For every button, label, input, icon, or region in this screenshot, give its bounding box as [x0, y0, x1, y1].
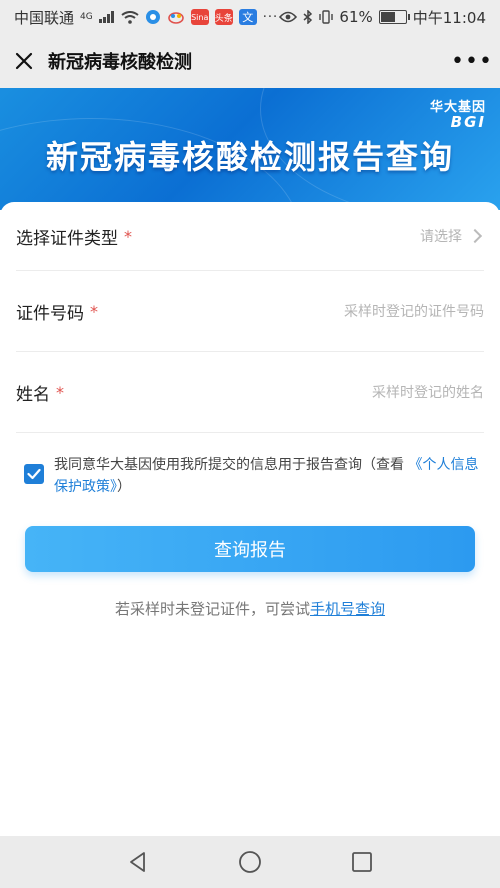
- more-icon: •••: [451, 48, 493, 74]
- bluetooth-icon: [303, 10, 313, 24]
- eye-icon: [279, 11, 298, 23]
- close-icon: [15, 52, 33, 70]
- browser-app-icon: [145, 9, 161, 25]
- brand-logo: 华大基因 BGI: [430, 96, 486, 131]
- id-number-label: 证件号码: [16, 303, 84, 324]
- back-triangle-icon: [130, 852, 145, 872]
- network-type: 4G: [80, 11, 93, 22]
- id-number-row: 证件号码 * 采样时登记的证件号码: [16, 271, 484, 352]
- app-badge-toutiao: 头条: [214, 9, 233, 25]
- battery-percent: 61%: [339, 8, 373, 26]
- id-number-input[interactable]: 采样时登记的证件号码: [344, 301, 484, 321]
- close-button[interactable]: [0, 34, 48, 88]
- required-mark: *: [124, 226, 132, 246]
- app-badge-sina: Sina: [190, 9, 209, 25]
- privacy-agreement: 我同意华大基因使用我所提交的信息用于报告查询（查看 《个人信息保护政策》）: [24, 454, 480, 498]
- nav-bar: 新冠病毒核酸检测 •••: [0, 34, 500, 88]
- banner: 华大基因 BGI 新冠病毒核酸检测报告查询: [0, 88, 500, 210]
- alt-query-text: 若采样时未登记证件，可尝试: [114, 600, 310, 618]
- more-button[interactable]: •••: [444, 34, 500, 88]
- vibrate-icon: [319, 10, 334, 24]
- id-type-placeholder: 请选择: [420, 229, 462, 245]
- status-bar: 中国联通 4G Sina 头条 文 ··· 61% 中午11:04: [0, 0, 500, 34]
- recents-button[interactable]: [348, 848, 376, 876]
- agreement-text: 我同意华大基因使用我所提交的信息用于报告查询（查看 《个人信息保护政策》）: [54, 454, 480, 498]
- name-row: 姓名 * 采样时登记的姓名: [16, 352, 484, 433]
- id-type-select[interactable]: 选择证件类型 * 请选择: [16, 202, 484, 271]
- query-form-card: 选择证件类型 * 请选择 证件号码 * 采样时登记的证件号码 姓名 * 采样时登…: [0, 202, 500, 834]
- required-mark: *: [90, 301, 98, 321]
- home-circle-icon: [239, 851, 261, 873]
- app-badge-wen: 文: [238, 9, 257, 25]
- wifi-icon: [121, 10, 139, 24]
- recents-square-icon: [352, 852, 372, 872]
- battery-level: [380, 12, 396, 22]
- home-button[interactable]: [236, 848, 264, 876]
- agree-checkbox[interactable]: [24, 464, 44, 484]
- agreement-text-before: 我同意华大基因使用我所提交的信息用于报告查询（查看: [54, 457, 409, 473]
- alt-query-hint: 若采样时未登记证件，可尝试手机号查询: [0, 598, 500, 619]
- cloud-app-icon: [167, 10, 185, 24]
- clock: 中午11:04: [412, 8, 486, 27]
- chevron-right-icon: [467, 228, 483, 244]
- banner-title: 新冠病毒核酸检测报告查询: [45, 138, 454, 176]
- more-notifications-icon: ···: [262, 9, 279, 25]
- signal-icon: [98, 11, 115, 23]
- back-button[interactable]: [124, 848, 152, 876]
- required-mark: *: [56, 382, 64, 402]
- name-label: 姓名: [16, 384, 50, 405]
- brand-name-en: BGI: [450, 113, 486, 131]
- battery-icon: [378, 10, 410, 24]
- phone-query-link[interactable]: 手机号查询: [310, 600, 385, 618]
- page-title: 新冠病毒核酸检测: [48, 52, 192, 73]
- system-nav-bar: [0, 836, 500, 888]
- carrier-name: 中国联通: [14, 8, 75, 27]
- agreement-text-after: ）: [117, 479, 131, 495]
- check-icon: [27, 468, 41, 480]
- id-type-value[interactable]: 请选择: [420, 226, 484, 246]
- id-type-label: 选择证件类型: [16, 228, 118, 249]
- name-input[interactable]: 采样时登记的姓名: [372, 382, 484, 402]
- query-report-button[interactable]: 查询报告: [25, 526, 475, 572]
